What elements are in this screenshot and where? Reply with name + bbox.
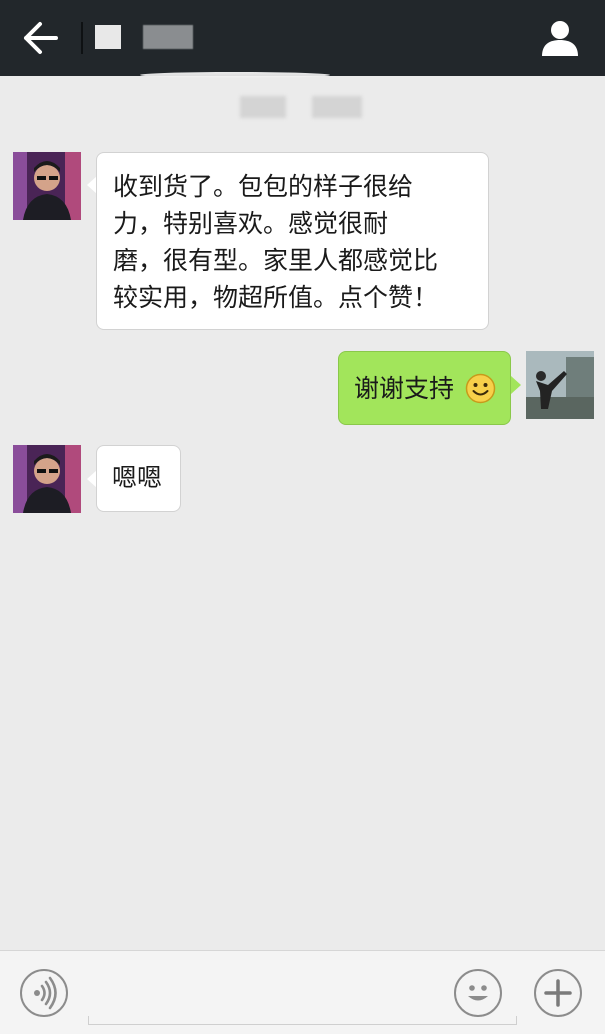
my-avatar[interactable] [526, 351, 594, 419]
voice-button[interactable] [20, 969, 68, 1017]
person-icon [542, 21, 578, 56]
timestamp-redacted [240, 92, 362, 122]
contact-avatar[interactable] [13, 445, 81, 513]
plus-icon [544, 979, 572, 1007]
bubble-tail [511, 376, 521, 394]
message-input[interactable] [92, 961, 446, 1017]
smiley-emoji-icon [465, 373, 496, 404]
message-bubble-outgoing[interactable]: 谢谢支持 [338, 351, 511, 425]
chat-title-redacted-name [143, 25, 193, 49]
voice-icon [34, 976, 57, 1010]
contact-avatar[interactable] [13, 152, 81, 220]
contact-profile-button[interactable] [540, 18, 580, 58]
back-button[interactable] [22, 20, 62, 56]
emoji-face-icon [468, 985, 488, 1001]
message-bubble-incoming[interactable]: 收到货了。包包的样子很给 力，特别喜欢。感觉很耐 磨，很有型。家里人都感觉比 较… [96, 152, 489, 330]
message-line: 收到货了。包包的样子很给 [113, 172, 414, 201]
message-line: 磨，很有型。家里人都感觉比 [113, 246, 439, 275]
message-line: 较实用，物超所值。点个赞！ [113, 283, 439, 312]
message-text: 嗯嗯 [112, 463, 163, 492]
add-button[interactable] [534, 969, 582, 1017]
top-bar [0, 0, 605, 76]
message-line: 力，特别喜欢。感觉很耐 [113, 209, 389, 238]
chat-title-redacted-block [95, 25, 121, 49]
input-bar [0, 950, 605, 1034]
emoji-button[interactable] [454, 969, 502, 1017]
my-avatar-image [526, 351, 594, 419]
contact-avatar-image [13, 152, 81, 220]
topbar-smudge [140, 72, 330, 78]
header-divider [81, 22, 83, 54]
arrow-left-icon [24, 22, 58, 54]
message-text: 谢谢支持 [354, 374, 455, 403]
contact-avatar-image [13, 445, 81, 513]
input-underline [88, 1016, 517, 1025]
message-bubble-incoming[interactable]: 嗯嗯 [96, 445, 181, 512]
